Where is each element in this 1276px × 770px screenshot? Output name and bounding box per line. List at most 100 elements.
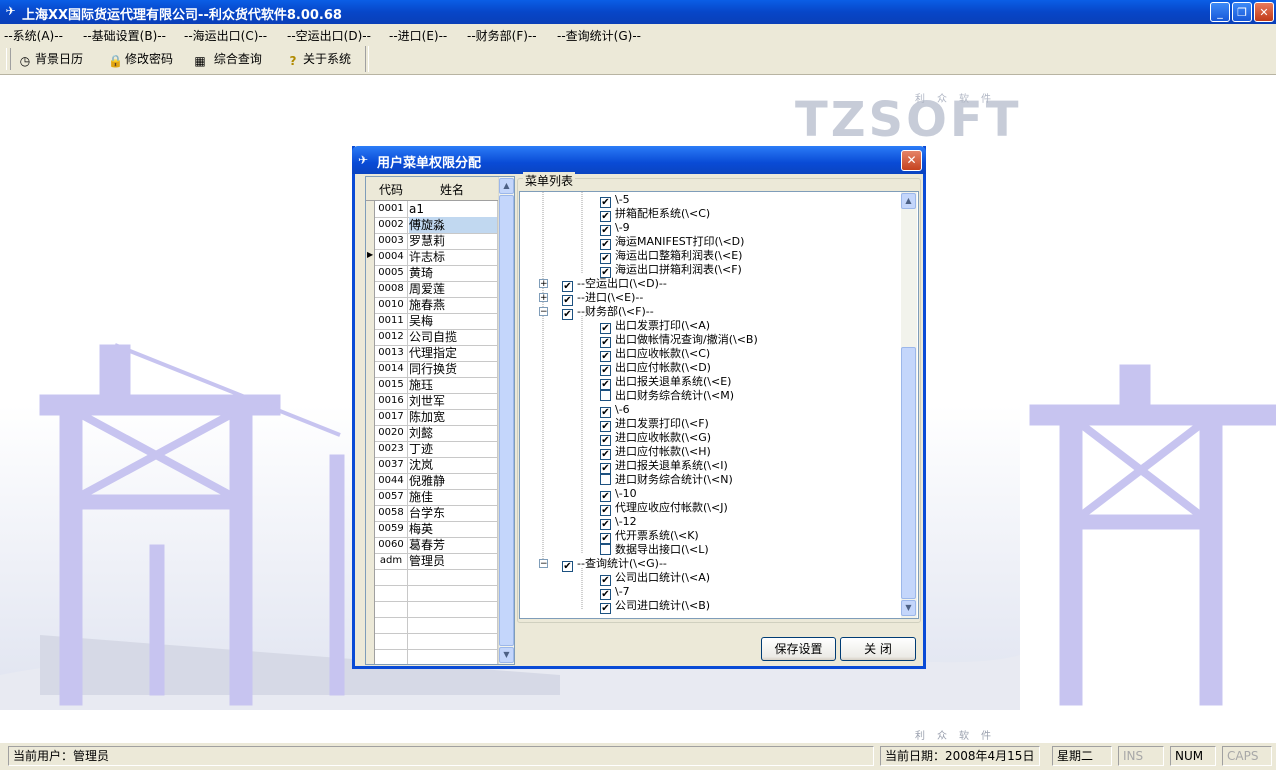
user-name-cell[interactable]: 代理指定 (409, 345, 497, 361)
table-row[interactable]: 0008 周爱莲 (375, 281, 498, 298)
tree-scroll-down-icon[interactable]: ▼ (901, 600, 916, 616)
user-name-cell[interactable]: 刘世军 (409, 393, 497, 409)
user-code-cell[interactable]: 0004 (375, 249, 408, 265)
tree-node[interactable]: ✔ 进口应付帐款(\<H) (600, 445, 711, 460)
user-name-cell[interactable]: 同行换货 (409, 361, 497, 377)
user-name-cell[interactable]: 吴梅 (409, 313, 497, 329)
table-row[interactable]: 0015 施珏 (375, 377, 498, 394)
expand-icon[interactable]: + (539, 279, 548, 289)
checkbox-checked-icon[interactable]: ✔ (562, 561, 573, 572)
tree-node[interactable]: ✔ 公司进口统计(\<B) (600, 599, 710, 614)
checkbox-unchecked-icon[interactable] (600, 544, 611, 555)
user-name-cell[interactable]: 陈加宽 (409, 409, 497, 425)
tree-node[interactable]: ✔ 代开票系统(\<K) (600, 529, 699, 544)
user-grid-scrollbar[interactable]: ▲ ▼ (498, 177, 514, 664)
user-code-cell[interactable]: 0020 (375, 425, 408, 441)
user-code-cell[interactable]: 0002 (375, 217, 408, 233)
checkbox-checked-icon[interactable]: ✔ (600, 603, 611, 614)
tree-node[interactable]: ✔ \-10 (600, 487, 637, 502)
user-name-cell[interactable]: 梅英 (409, 521, 497, 537)
table-row[interactable]: 0060 葛春芳 (375, 537, 498, 554)
table-row[interactable]: 0020 刘懿 (375, 425, 498, 442)
save-settings-button[interactable]: 保存设置 (761, 637, 836, 661)
menu-finance[interactable]: --财务部(F)-- (467, 27, 537, 44)
table-row[interactable]: 0003 罗慧莉 (375, 233, 498, 250)
table-row[interactable]: 0014 同行换货 (375, 361, 498, 378)
user-code-cell[interactable]: 0012 (375, 329, 408, 345)
table-row[interactable]: 0037 沈岚 (375, 457, 498, 474)
user-name-cell[interactable]: 许志标 (409, 249, 497, 265)
table-row[interactable]: adm 管理员 (375, 553, 498, 570)
table-row[interactable]: 0001 a1 (375, 201, 498, 218)
tree-node[interactable]: ✔ 代理应收应付帐款(\<J) (600, 501, 728, 516)
user-name-cell[interactable]: 施春燕 (409, 297, 497, 313)
tree-scrollbar[interactable]: ▲ ▼ (901, 192, 917, 618)
user-code-cell[interactable]: 0060 (375, 537, 408, 553)
user-name-cell[interactable]: 傅旋淼 (409, 217, 497, 233)
tree-scroll-up-icon[interactable]: ▲ (901, 193, 916, 209)
tree-node[interactable]: 进口财务综合统计(\<N) (600, 473, 733, 487)
user-name-cell[interactable]: 管理员 (409, 553, 497, 569)
change-password-button[interactable]: 🔒 修改密码 (108, 50, 173, 68)
dialog-close-button[interactable]: 关 闭 (840, 637, 916, 661)
menu-import[interactable]: --进口(E)-- (389, 27, 447, 44)
tree-node[interactable]: ✔ --财务部(\<F)-- (562, 305, 654, 320)
user-name-cell[interactable]: 黄琦 (409, 265, 497, 281)
user-code-cell[interactable]: 0037 (375, 457, 408, 473)
dialog-close-icon[interactable]: ✕ (901, 150, 922, 171)
table-row[interactable]: 0002 傅旋淼 (375, 217, 498, 234)
table-row[interactable]: 0023 丁迹 (375, 441, 498, 458)
tree-node[interactable]: 数据导出接口(\<L) (600, 543, 709, 557)
user-code-cell[interactable]: 0023 (375, 441, 408, 457)
tree-node[interactable]: ✔ \-7 (600, 585, 630, 600)
minimize-button[interactable]: _ (1210, 2, 1230, 22)
user-code-cell[interactable]: 0057 (375, 489, 408, 505)
tree-scroll-thumb[interactable] (901, 347, 916, 599)
user-code-cell[interactable]: 0015 (375, 377, 408, 393)
table-row[interactable]: 0044 倪雅静 (375, 473, 498, 490)
tree-node[interactable]: ✔ 进口应收帐款(\<G) (600, 431, 711, 446)
user-code-cell[interactable]: 0005 (375, 265, 408, 281)
user-name-cell[interactable]: 丁迹 (409, 441, 497, 457)
menu-air-export[interactable]: --空运出口(D)-- (287, 27, 371, 44)
table-row[interactable]: 0057 施佳 (375, 489, 498, 506)
collapse-icon[interactable]: − (539, 559, 548, 569)
restore-button[interactable]: ❐ (1232, 2, 1252, 22)
tree-node[interactable]: ✔ \-5 (600, 193, 630, 208)
tree-node[interactable]: ✔ 进口发票打印(\<F) (600, 417, 709, 432)
tree-node[interactable]: ✔ 进口报关退单系统(\<I) (600, 459, 728, 474)
grid-scroll-down-icon[interactable]: ▼ (499, 647, 514, 663)
grid-scroll-up-icon[interactable]: ▲ (499, 178, 514, 194)
tree-node[interactable]: ✔ 海运出口拼箱利润表(\<F) (600, 263, 742, 278)
user-code-cell[interactable]: 0008 (375, 281, 408, 297)
grid-scroll-thumb[interactable] (499, 195, 514, 646)
tree-node[interactable]: ✔ --查询统计(\<G)-- (562, 557, 667, 572)
user-code-cell[interactable]: 0058 (375, 505, 408, 521)
user-code-cell[interactable]: 0044 (375, 473, 408, 489)
user-code-cell[interactable]: 0010 (375, 297, 408, 313)
checkbox-checked-icon[interactable]: ✔ (562, 309, 573, 320)
general-query-button[interactable]: ▦ 综合查询 (193, 50, 262, 68)
user-code-cell[interactable]: 0016 (375, 393, 408, 409)
tree-node[interactable]: ✔ \-9 (600, 221, 630, 236)
menu-system[interactable]: --系统(A)-- (4, 27, 63, 44)
user-code-cell[interactable]: 0013 (375, 345, 408, 361)
tree-node[interactable]: ✔ 出口做帐情况查询/撤消(\<B) (600, 333, 758, 348)
table-row[interactable]: 0010 施春燕 (375, 297, 498, 314)
table-row[interactable]: 0013 代理指定 (375, 345, 498, 362)
user-name-cell[interactable]: 周爱莲 (409, 281, 497, 297)
user-code-cell[interactable]: 0003 (375, 233, 408, 249)
user-name-cell[interactable]: 沈岚 (409, 457, 497, 473)
table-row[interactable]: 0016 刘世军 (375, 393, 498, 410)
user-code-cell[interactable]: 0059 (375, 521, 408, 537)
header-name[interactable]: 姓名 (408, 181, 496, 198)
table-row[interactable]: 0004 许志标 (375, 249, 498, 266)
collapse-icon[interactable]: − (539, 307, 548, 317)
tree-node[interactable]: ✔ 出口应付帐款(\<D) (600, 361, 711, 376)
tree-node[interactable]: ✔ 拼箱配柜系统(\<C) (600, 207, 710, 222)
user-name-cell[interactable]: 葛春芳 (409, 537, 497, 553)
row-selector-column[interactable] (366, 201, 375, 664)
menu-permission-tree[interactable]: ✔ \-5 ✔ 拼箱配柜系统(\<C) ✔ \-9 ✔ 海运MANIFEST打印(\<D) ✔ 海… (519, 191, 919, 619)
menu-basic-settings[interactable]: --基础设置(B)-- (83, 27, 166, 44)
tree-node[interactable]: ✔ 海运MANIFEST打印(\<D) (600, 235, 744, 250)
